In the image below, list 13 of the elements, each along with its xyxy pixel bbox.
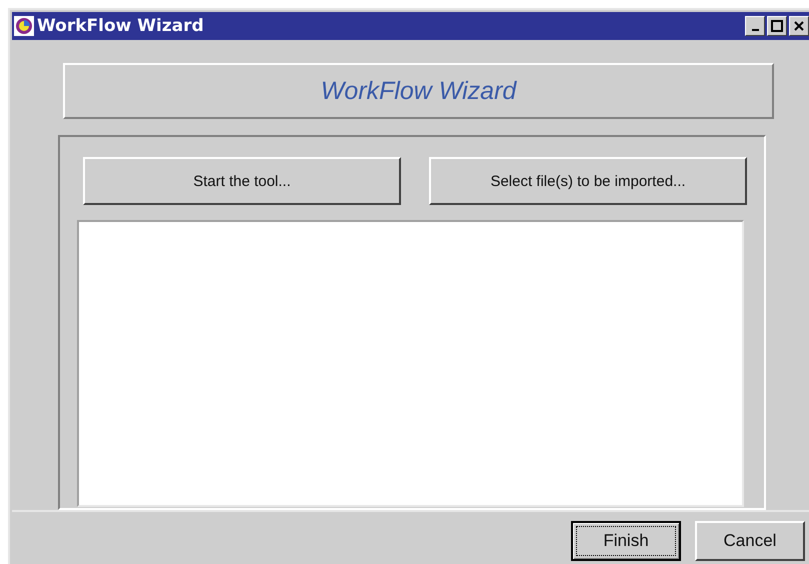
minimize-icon <box>752 29 758 31</box>
app-icon <box>14 16 34 36</box>
window-title: WorkFlow Wizard <box>37 16 205 36</box>
close-icon <box>794 21 804 31</box>
dialog-button[interactable]: Cancel <box>695 521 805 561</box>
close-button[interactable] <box>789 16 809 36</box>
header-banner: WorkFlow Wizard <box>63 63 774 119</box>
action-button[interactable]: Start the tool... <box>83 157 401 205</box>
action-button[interactable]: Select file(s) to be imported... <box>429 157 747 205</box>
maximize-icon <box>771 20 783 32</box>
minimize-button[interactable] <box>745 16 765 36</box>
dialog-button[interactable]: Finish <box>571 521 681 561</box>
maximize-button[interactable] <box>767 16 787 36</box>
